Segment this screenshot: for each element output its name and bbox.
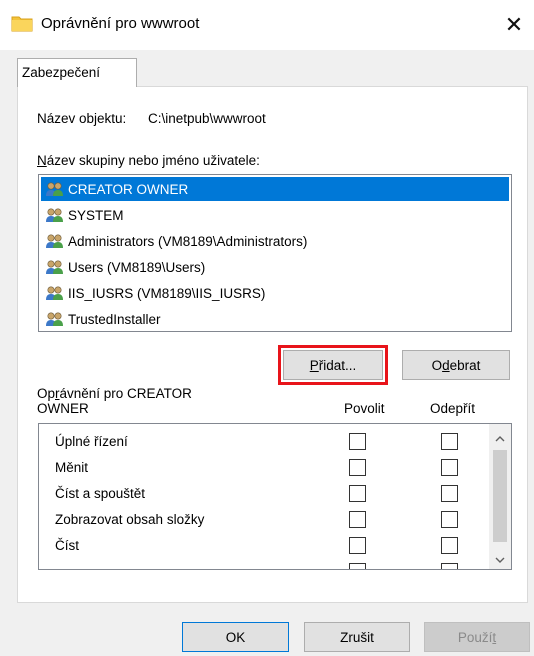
group-name: Users (VM8189\Users)	[68, 259, 206, 275]
permission-name: Číst a spouštět	[55, 486, 146, 501]
users-icon	[45, 233, 65, 249]
scroll-up-button[interactable]	[489, 426, 511, 448]
users-icon	[45, 207, 65, 223]
permissions-title: Oprávnění pro CREATOR	[37, 386, 192, 401]
allow-column-header: Povolit	[344, 401, 385, 416]
remove-button-label: Odebrat	[431, 357, 481, 373]
permission-name: Úplné řízení	[55, 434, 128, 449]
permission-row: Měnit	[55, 455, 495, 481]
permission-name: Měnit	[55, 460, 89, 475]
tab-security[interactable]: Zabezpečení	[17, 58, 137, 87]
allow-checkbox[interactable]	[349, 459, 366, 476]
close-button[interactable]: ✕	[494, 8, 534, 42]
deny-column-header: Odepřít	[430, 401, 476, 416]
chevron-down-icon	[495, 550, 505, 566]
allow-checkbox[interactable]	[349, 563, 366, 569]
list-item[interactable]: SYSTEM	[41, 203, 509, 227]
allow-checkbox[interactable]	[349, 485, 366, 502]
add-button[interactable]: Přidat...	[278, 345, 388, 385]
permission-row: Číst	[55, 533, 495, 559]
list-item[interactable]: TrustedInstaller	[41, 307, 509, 331]
list-item[interactable]: CREATOR OWNER	[41, 177, 509, 201]
deny-checkbox[interactable]	[441, 537, 458, 554]
folder-icon	[11, 14, 33, 32]
object-name-label: Název objektu:	[37, 111, 127, 126]
allow-checkbox[interactable]	[349, 433, 366, 450]
users-icon	[45, 259, 65, 275]
group-name: CREATOR OWNER	[68, 181, 189, 197]
permissions-list: Úplné řízení Měnit Číst a spouštět Zobra…	[38, 423, 512, 570]
group-name: Administrators (VM8189\Administrators)	[68, 233, 308, 249]
permission-row: Zobrazovat obsah složky	[55, 507, 495, 533]
apply-button[interactable]: Použít	[424, 622, 530, 652]
users-icon	[45, 181, 65, 197]
deny-checkbox[interactable]	[441, 433, 458, 450]
allow-checkbox[interactable]	[349, 511, 366, 528]
users-icon	[45, 311, 65, 327]
permissions-scrollbar[interactable]	[489, 424, 511, 569]
cancel-button[interactable]: Zrušit	[304, 622, 410, 652]
deny-checkbox[interactable]	[441, 563, 458, 569]
close-icon: ✕	[504, 12, 524, 37]
permission-name: Zobrazovat obsah složky	[55, 512, 205, 527]
deny-checkbox[interactable]	[441, 459, 458, 476]
group-name: IIS_IUSRS (VM8189\IIS_IUSRS)	[68, 285, 266, 301]
chevron-up-icon	[495, 429, 505, 445]
groups-label: Název skupiny nebo jméno uživatele:	[37, 153, 260, 168]
ok-button[interactable]: OK	[182, 622, 289, 652]
cancel-button-label: Zrušit	[340, 629, 374, 645]
permission-row: Číst a spouštět	[55, 481, 495, 507]
groups-list[interactable]: CREATOR OWNER SYSTEM Administrators (VM8…	[38, 174, 512, 332]
window-title: Oprávnění pro wwwroot	[41, 15, 200, 32]
deny-checkbox[interactable]	[441, 485, 458, 502]
list-item[interactable]: Administrators (VM8189\Administrators)	[41, 229, 509, 253]
users-icon	[45, 285, 65, 301]
deny-checkbox[interactable]	[441, 511, 458, 528]
ok-button-label: OK	[225, 629, 246, 645]
permission-row: Úplné řízení	[55, 429, 495, 455]
allow-checkbox[interactable]	[349, 537, 366, 554]
object-name-value: C:\inetpub\wwwroot	[148, 111, 266, 126]
scroll-down-button[interactable]	[489, 547, 511, 569]
list-item[interactable]: IIS_IUSRS (VM8189\IIS_IUSRS)	[41, 281, 509, 305]
permission-name: Číst	[55, 538, 80, 553]
title-bar: Oprávnění pro wwwroot ✕	[0, 0, 534, 50]
list-item[interactable]: Users (VM8189\Users)	[41, 255, 509, 279]
remove-button[interactable]: Odebrat	[402, 350, 510, 380]
tab-security-label: Zabezpečení	[22, 65, 101, 80]
scroll-thumb[interactable]	[493, 450, 507, 542]
group-name: SYSTEM	[68, 207, 124, 223]
add-button-label: Přidat...	[309, 357, 357, 373]
apply-button-label: Použít	[457, 629, 497, 645]
group-name: TrustedInstaller	[68, 311, 161, 327]
permissions-title-line2: OWNER	[37, 401, 89, 416]
